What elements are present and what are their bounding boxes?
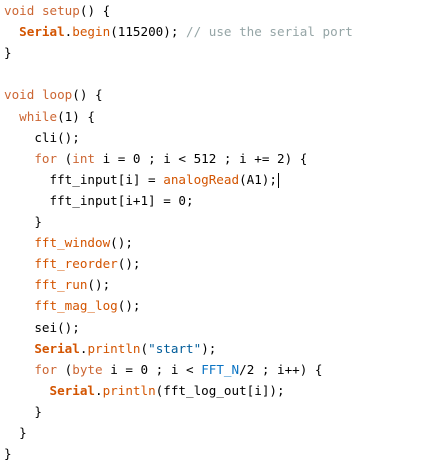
code-line[interactable]: } <box>4 422 27 443</box>
code-token: Serial <box>19 24 65 40</box>
code-line[interactable]: } <box>4 443 12 464</box>
code-token: ( <box>57 361 73 377</box>
code-token: loop <box>41 87 73 103</box>
code-token: ); <box>201 340 217 356</box>
code-token: } <box>4 214 42 229</box>
code-line[interactable]: Serial.begin(115200); // use the serial … <box>4 21 353 42</box>
code-line[interactable]: } <box>4 401 42 422</box>
code-token: . <box>95 382 103 398</box>
code-token: fft_mag_log <box>34 298 118 314</box>
code-token: void <box>4 87 35 103</box>
code-token: println <box>102 382 156 398</box>
code-line[interactable]: } <box>4 211 42 232</box>
code-token: } <box>4 446 12 462</box>
code-token: i = 0 ; i < <box>102 361 202 377</box>
code-token: (A1); <box>239 171 277 187</box>
code-token: } <box>4 403 42 419</box>
code-token: fft_input[i+1] = 0; <box>4 192 194 208</box>
code-token: cli(); <box>4 129 80 145</box>
code-line[interactable]: while(1) { <box>4 106 95 127</box>
code-token: (115200); <box>110 24 187 40</box>
code-line[interactable]: void setup() { <box>4 0 110 21</box>
code-token: for <box>34 361 58 377</box>
code-line[interactable]: void loop() { <box>4 84 103 105</box>
code-line[interactable]: } <box>4 42 12 63</box>
code-token: println <box>87 340 141 356</box>
text-cursor <box>277 172 279 188</box>
code-token: begin <box>72 24 111 40</box>
code-token: () { <box>79 3 111 18</box>
code-token: fft_reorder <box>34 256 118 272</box>
code-token: analogRead <box>163 171 240 187</box>
code-token: int <box>72 150 96 166</box>
code-line[interactable]: fft_mag_log(); <box>4 295 141 316</box>
code-token: } <box>4 45 12 61</box>
code-token: Serial <box>49 382 96 398</box>
code-token: while <box>19 108 58 124</box>
code-line[interactable]: sei(); <box>4 317 80 338</box>
code-token: "start" <box>148 340 202 356</box>
code-token: byte <box>72 361 103 377</box>
code-token: () { <box>72 87 103 103</box>
code-token: // use the serial port <box>186 24 353 40</box>
code-token: /2 ; i++) { <box>239 361 323 377</box>
code-token: Serial <box>34 340 80 356</box>
code-line[interactable]: fft_reorder(); <box>4 253 141 274</box>
code-line[interactable]: fft_input[i+1] = 0; <box>4 190 194 211</box>
code-editor[interactable]: void setup() { Serial.begin(115200); // … <box>0 0 441 461</box>
code-token: FFT_N <box>201 361 240 377</box>
code-line[interactable]: cli(); <box>4 127 80 148</box>
code-token: } <box>4 425 27 440</box>
code-token: (); <box>87 277 111 293</box>
code-token: (); <box>117 298 141 314</box>
code-line[interactable]: fft_run(); <box>4 274 110 295</box>
code-line[interactable]: Serial.println("start"); <box>4 338 216 359</box>
code-token: setup <box>41 3 80 18</box>
code-line[interactable]: for (byte i = 0 ; i < FFT_N/2 ; i++) { <box>4 359 323 380</box>
code-line[interactable]: for (int i = 0 ; i < 512 ; i += 2) { <box>4 148 307 169</box>
code-token: ( <box>140 340 149 356</box>
code-token: ( <box>57 150 73 166</box>
code-token: fft_input[i] = <box>4 171 164 187</box>
code-token: fft_window <box>34 235 111 251</box>
code-token: (fft_log_out[i]); <box>155 382 285 398</box>
code-line[interactable]: Serial.println(fft_log_out[i]); <box>4 380 285 401</box>
code-token: i = 0 ; i < 512 ; i += 2) { <box>95 150 308 166</box>
code-token: sei(); <box>4 319 80 335</box>
code-line[interactable]: fft_window(); <box>4 232 133 253</box>
code-token: fft_run <box>34 277 88 293</box>
code-token: void <box>4 3 35 18</box>
code-token: (1) { <box>57 108 96 124</box>
code-line[interactable]: fft_input[i] = analogRead(A1); <box>4 169 279 190</box>
code-token: (); <box>110 235 133 251</box>
code-token: (); <box>117 256 141 272</box>
code-token: for <box>34 150 58 166</box>
